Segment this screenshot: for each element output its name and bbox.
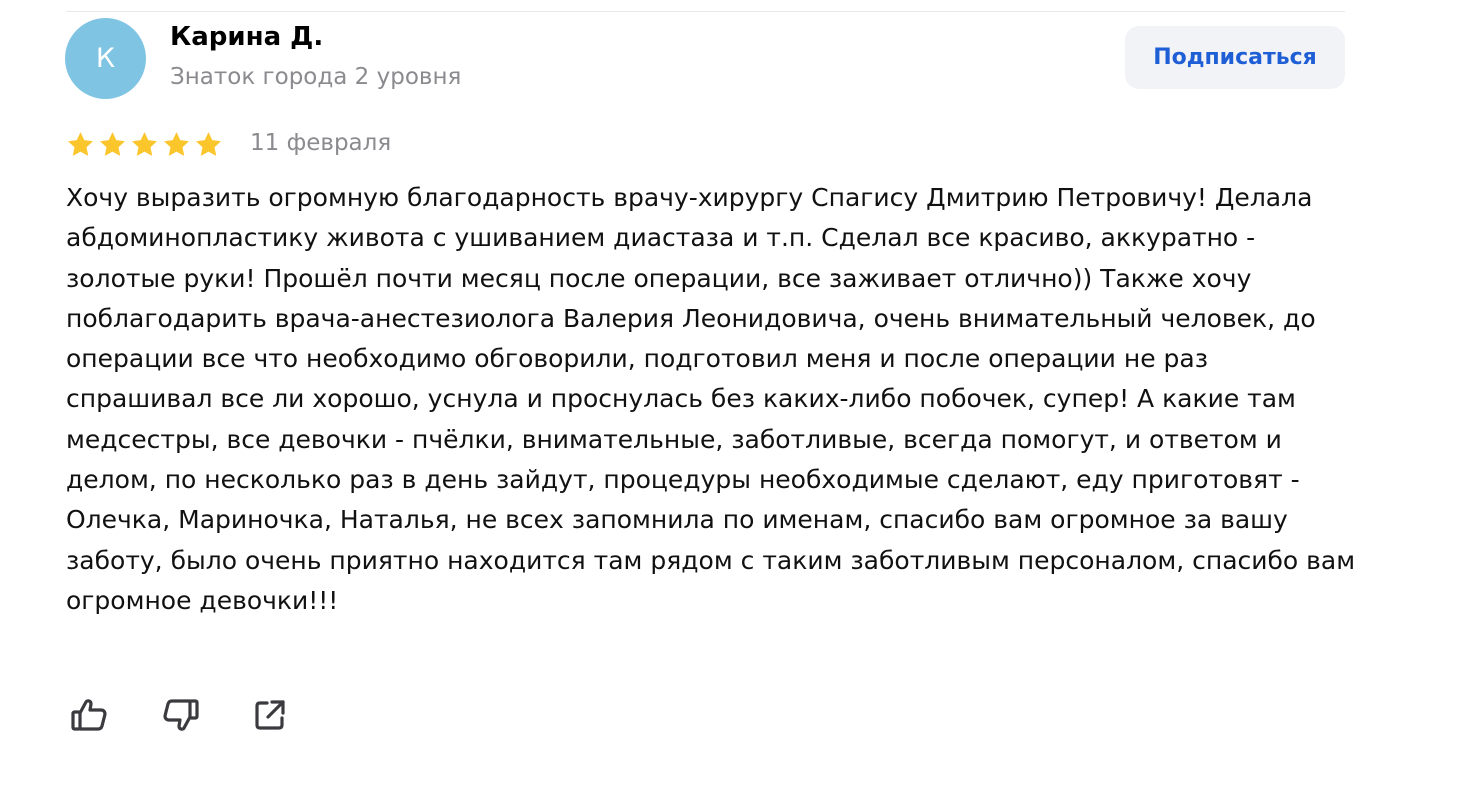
star-icon	[194, 130, 223, 159]
share-button[interactable]	[250, 696, 290, 736]
thumbs-up-icon	[70, 695, 110, 738]
like-button[interactable]	[70, 696, 110, 736]
star-rating	[66, 130, 223, 159]
star-icon	[130, 130, 159, 159]
thumbs-down-icon	[160, 695, 200, 738]
author-level: Знаток города 2 уровня	[170, 64, 462, 90]
review-text: Хочу выразить огромную благодарность вра…	[66, 183, 1356, 615]
review-actions	[70, 696, 290, 736]
dislike-button[interactable]	[160, 696, 200, 736]
review-date: 11 февраля	[250, 130, 392, 156]
top-divider	[66, 11, 1345, 12]
subscribe-button[interactable]: Подписаться	[1125, 26, 1345, 89]
star-icon	[162, 130, 191, 159]
star-icon	[98, 130, 127, 159]
star-icon	[66, 130, 95, 159]
avatar[interactable]: К	[65, 18, 146, 99]
author-name[interactable]: Карина Д.	[170, 22, 323, 52]
share-icon	[250, 695, 290, 738]
avatar-letter: К	[95, 43, 116, 74]
